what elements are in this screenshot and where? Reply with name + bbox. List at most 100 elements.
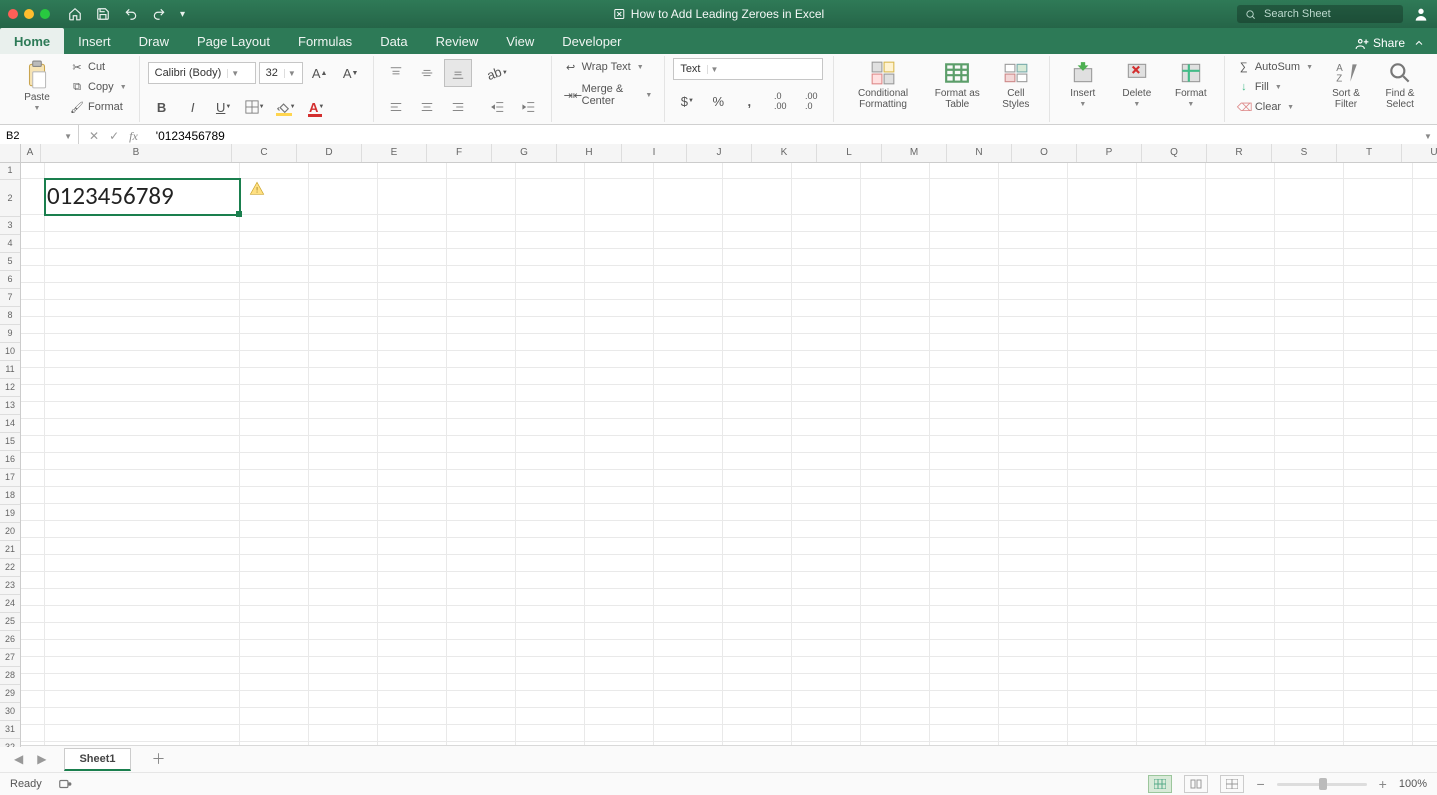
cell-F32[interactable]: [447, 708, 516, 725]
cell-L2[interactable]: [861, 179, 930, 215]
cell-A6[interactable]: [20, 266, 45, 283]
cell-P1[interactable]: [1137, 162, 1206, 179]
cell-L24[interactable]: [861, 572, 930, 589]
normal-view-icon[interactable]: [1148, 775, 1172, 793]
cell-T5[interactable]: [1413, 249, 1437, 266]
cell-M12[interactable]: [930, 368, 999, 385]
cell-N7[interactable]: [999, 283, 1068, 300]
cell-P29[interactable]: [1137, 657, 1206, 674]
zoom-in-icon[interactable]: +: [1379, 776, 1387, 792]
home-icon[interactable]: [68, 7, 82, 21]
cell-L31[interactable]: [861, 691, 930, 708]
cell-A28[interactable]: [20, 640, 45, 657]
cell-A7[interactable]: [20, 283, 45, 300]
cell-D25[interactable]: [309, 589, 378, 606]
cell-O3[interactable]: [1068, 215, 1137, 232]
cell-M3[interactable]: [930, 215, 999, 232]
cell-G20[interactable]: [516, 504, 585, 521]
cell-M19[interactable]: [930, 487, 999, 504]
cell-S26[interactable]: [1344, 606, 1413, 623]
cell-C28[interactable]: [240, 640, 309, 657]
search-sheet-input[interactable]: [1262, 7, 1386, 21]
column-header-B[interactable]: B: [41, 144, 232, 162]
cell-D33[interactable]: [309, 725, 378, 742]
cell-G10[interactable]: [516, 334, 585, 351]
cell-A2[interactable]: [20, 179, 45, 215]
cell-E22[interactable]: [378, 538, 447, 555]
cell-K14[interactable]: [792, 402, 861, 419]
cell-G18[interactable]: [516, 470, 585, 487]
cell-L21[interactable]: [861, 521, 930, 538]
cell-O10[interactable]: [1068, 334, 1137, 351]
cell-R25[interactable]: [1275, 589, 1344, 606]
cell-L30[interactable]: [861, 674, 930, 691]
cell-B33[interactable]: [45, 725, 240, 742]
row-header-32[interactable]: 32: [0, 739, 20, 747]
cell-Q11[interactable]: [1206, 351, 1275, 368]
cell-P14[interactable]: [1137, 402, 1206, 419]
cell-J31[interactable]: [723, 691, 792, 708]
cell-F20[interactable]: [447, 504, 516, 521]
cell-O27[interactable]: [1068, 623, 1137, 640]
cell-R15[interactable]: [1275, 419, 1344, 436]
cell-T16[interactable]: [1413, 436, 1437, 453]
row-header-18[interactable]: 18: [0, 487, 20, 505]
cell-H26[interactable]: [585, 606, 654, 623]
cell-P25[interactable]: [1137, 589, 1206, 606]
cell-N12[interactable]: [999, 368, 1068, 385]
cell-K1[interactable]: [792, 162, 861, 179]
cell-T12[interactable]: [1413, 368, 1437, 385]
cell-O14[interactable]: [1068, 402, 1137, 419]
cell-D18[interactable]: [309, 470, 378, 487]
cell-C11[interactable]: [240, 351, 309, 368]
undo-icon[interactable]: [124, 7, 138, 21]
cell-O30[interactable]: [1068, 674, 1137, 691]
cell-B26[interactable]: [45, 606, 240, 623]
cell-I17[interactable]: [654, 453, 723, 470]
cell-H31[interactable]: [585, 691, 654, 708]
column-header-K[interactable]: K: [752, 144, 817, 162]
column-header-J[interactable]: J: [687, 144, 752, 162]
cell-N16[interactable]: [999, 436, 1068, 453]
cell-N32[interactable]: [999, 708, 1068, 725]
cell-N4[interactable]: [999, 232, 1068, 249]
cell-C30[interactable]: [240, 674, 309, 691]
cell-B29[interactable]: [45, 657, 240, 674]
cell-T14[interactable]: [1413, 402, 1437, 419]
tab-page-layout[interactable]: Page Layout: [183, 28, 284, 54]
cell-L14[interactable]: [861, 402, 930, 419]
cell-O11[interactable]: [1068, 351, 1137, 368]
cell-O9[interactable]: [1068, 317, 1137, 334]
row-header-15[interactable]: 15: [0, 433, 20, 451]
cell-I20[interactable]: [654, 504, 723, 521]
cell-K16[interactable]: [792, 436, 861, 453]
cell-S7[interactable]: [1344, 283, 1413, 300]
cell-Q28[interactable]: [1206, 640, 1275, 657]
cell-S1[interactable]: [1344, 162, 1413, 179]
next-sheet-icon[interactable]: ▶: [37, 752, 46, 766]
cell-E3[interactable]: [378, 215, 447, 232]
cell-C3[interactable]: [240, 215, 309, 232]
cell-M1[interactable]: [930, 162, 999, 179]
cell-M26[interactable]: [930, 606, 999, 623]
cell-T10[interactable]: [1413, 334, 1437, 351]
cell-C24[interactable]: [240, 572, 309, 589]
row-header-27[interactable]: 27: [0, 649, 20, 667]
search-sheet-box[interactable]: [1237, 5, 1403, 23]
cell-H18[interactable]: [585, 470, 654, 487]
cell-J20[interactable]: [723, 504, 792, 521]
fill-color-button[interactable]: ▼: [272, 93, 300, 121]
row-header-28[interactable]: 28: [0, 667, 20, 685]
orientation-button[interactable]: ab▼: [484, 59, 512, 87]
cell-H29[interactable]: [585, 657, 654, 674]
cell-S4[interactable]: [1344, 232, 1413, 249]
cell-C18[interactable]: [240, 470, 309, 487]
cell-S16[interactable]: [1344, 436, 1413, 453]
cell-F14[interactable]: [447, 402, 516, 419]
cell-P10[interactable]: [1137, 334, 1206, 351]
cell-L12[interactable]: [861, 368, 930, 385]
column-header-E[interactable]: E: [362, 144, 427, 162]
cell-Q9[interactable]: [1206, 317, 1275, 334]
cell-E4[interactable]: [378, 232, 447, 249]
row-header-22[interactable]: 22: [0, 559, 20, 577]
